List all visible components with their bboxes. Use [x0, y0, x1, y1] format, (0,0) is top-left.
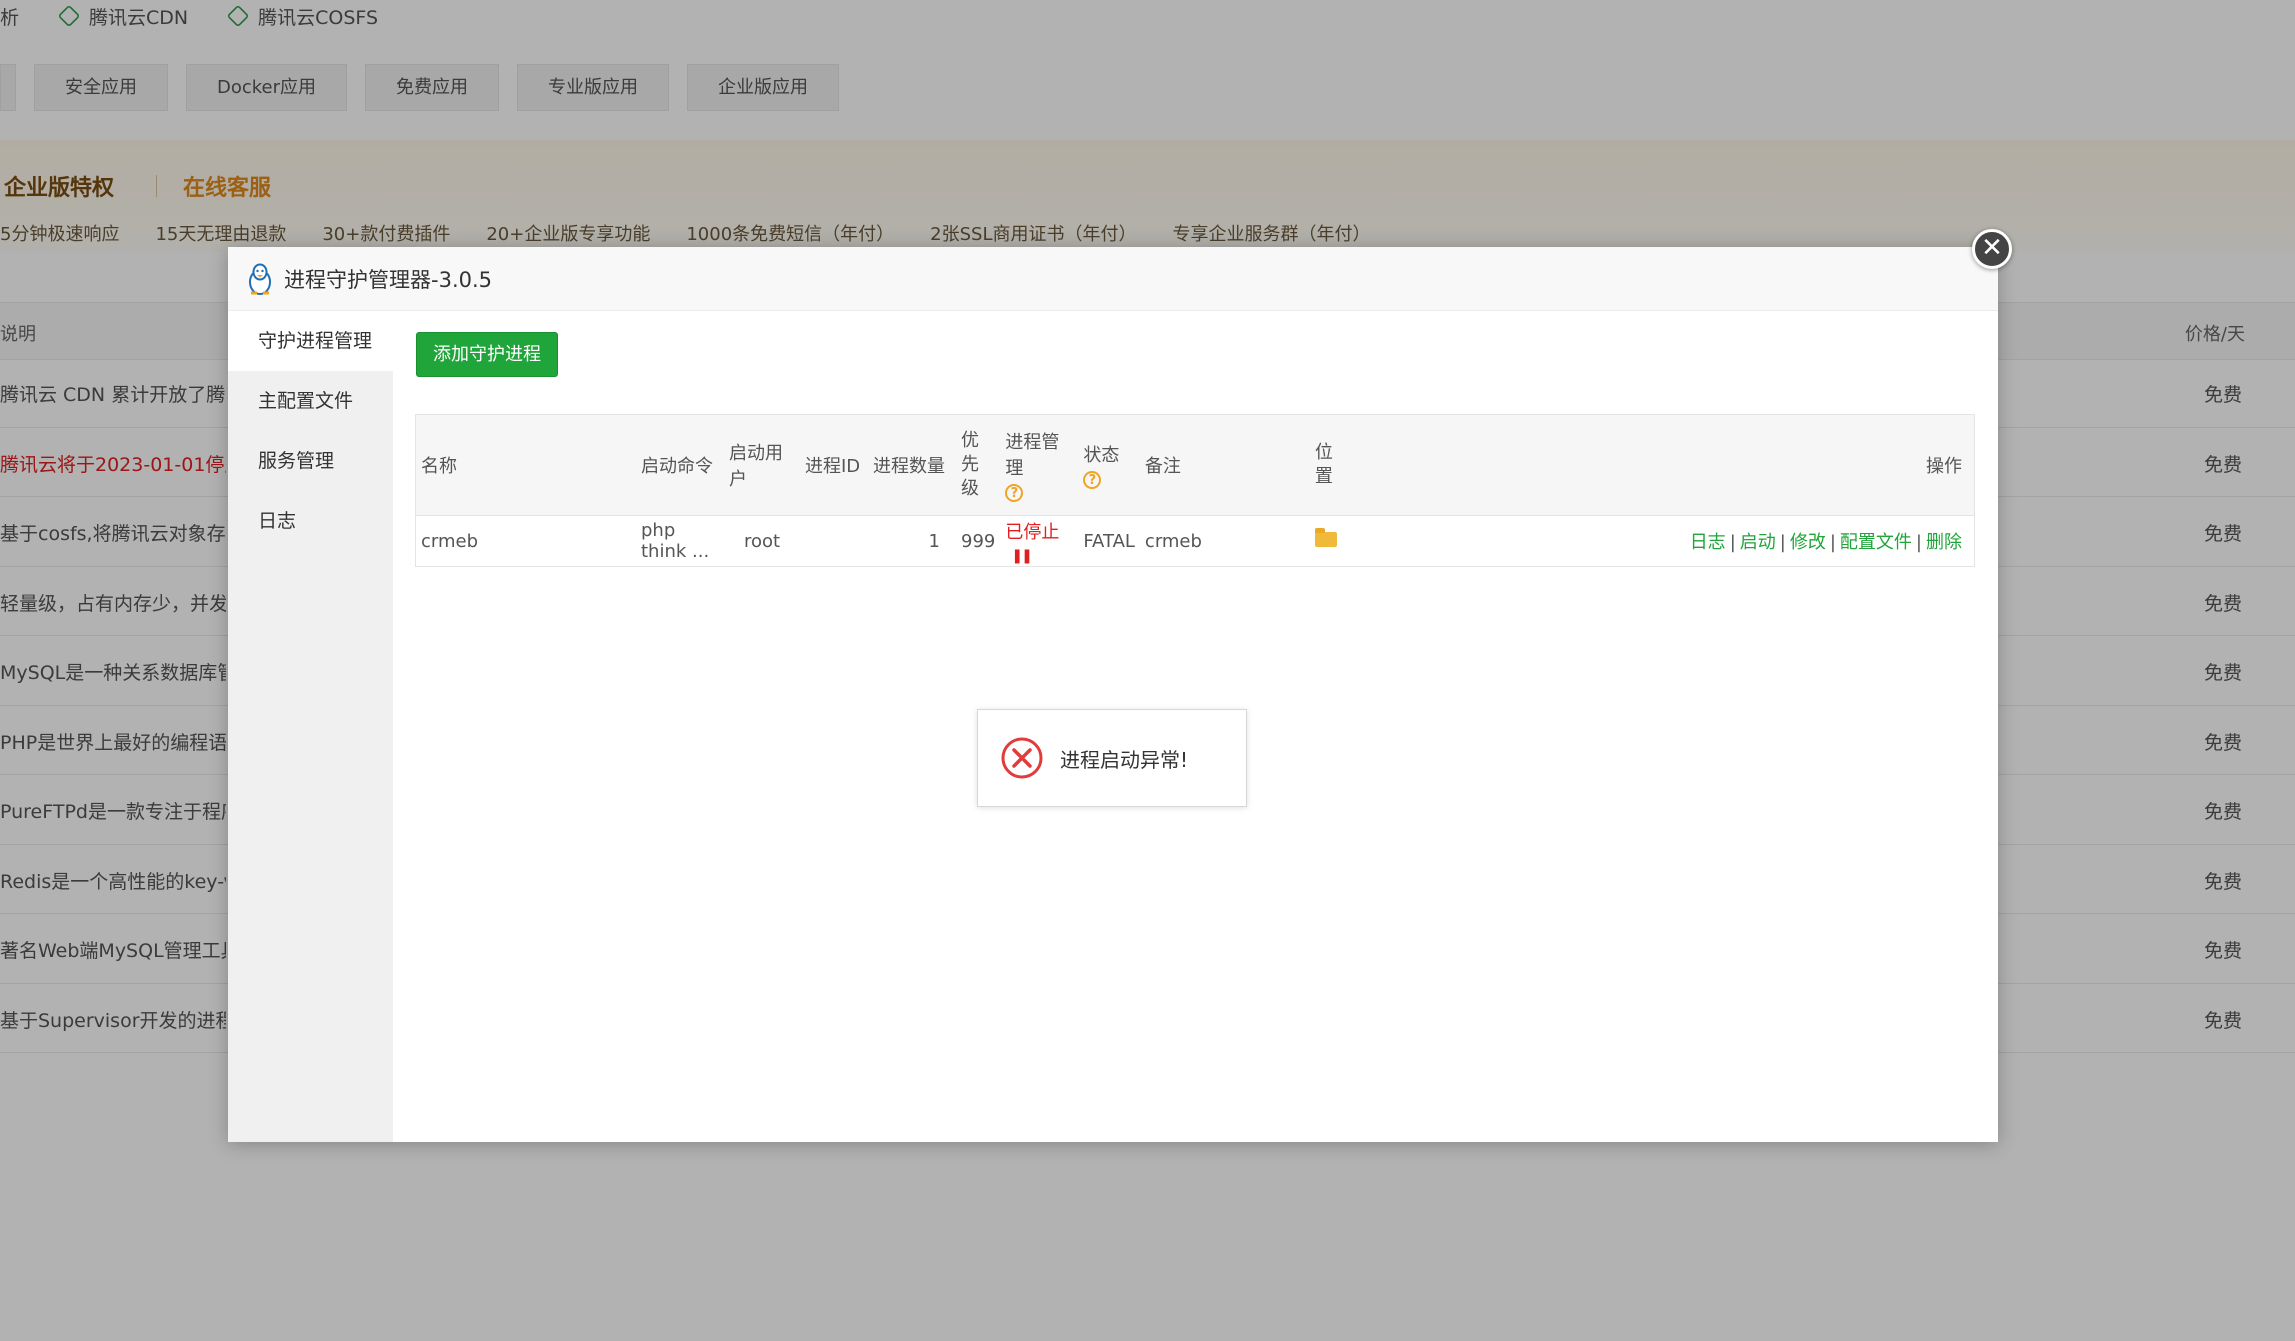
col-remark: 备注: [1139, 414, 1310, 516]
add-daemon-button[interactable]: 添加守护进程: [416, 332, 558, 377]
error-toast: 进程启动异常!: [977, 709, 1247, 807]
sidebar-item-logs[interactable]: 日志: [228, 491, 393, 551]
penguin-icon: [249, 263, 271, 295]
col-user: 启动用户: [724, 414, 800, 516]
col-location: 位置: [1309, 414, 1342, 516]
dialog-title: 进程守护管理器-3.0.5: [284, 267, 493, 292]
col-manage-label: 进程管理: [1005, 432, 1060, 479]
process-manager-dialog: 进程守护管理器-3.0.5 守护进程管理 主配置文件 服务管理 日志 添加守护进…: [228, 247, 1998, 1142]
col-count: 进程数量: [868, 414, 956, 516]
log-link[interactable]: 日志: [1690, 532, 1726, 553]
col-manage: 进程管理 ?: [1000, 414, 1079, 516]
separator: |: [1729, 532, 1736, 553]
cell-pid: [800, 516, 868, 567]
col-ops: 操作: [1341, 414, 1975, 516]
error-icon: [1001, 737, 1043, 779]
cell-count: 1: [928, 530, 940, 552]
sidebar-item-service-management[interactable]: 服务管理: [228, 431, 393, 491]
cell-priority: 999: [961, 530, 996, 552]
stopped-status-toggle[interactable]: 已停止: [1005, 522, 1059, 543]
dialog-header: 进程守护管理器-3.0.5: [228, 247, 1998, 311]
edit-link[interactable]: 修改: [1790, 532, 1826, 553]
col-pid: 进程ID: [800, 414, 868, 516]
help-icon[interactable]: ?: [1005, 484, 1024, 502]
config-file-link[interactable]: 配置文件: [1840, 532, 1912, 553]
cell-user: root: [743, 530, 781, 552]
table-row: crmeb php think ... root 1 999 已停止 ❚❚ FAT…: [416, 516, 1975, 567]
separator: |: [1779, 532, 1786, 553]
cell-location: [1310, 516, 1342, 567]
folder-icon[interactable]: [1314, 527, 1337, 547]
start-link[interactable]: 启动: [1740, 532, 1776, 553]
pause-icon[interactable]: ❚❚: [1011, 548, 1033, 564]
cell-status: FATAL: [1083, 530, 1135, 552]
dialog-sidebar: 守护进程管理 主配置文件 服务管理 日志: [228, 311, 393, 1142]
separator: |: [1829, 532, 1836, 553]
table-header-row: 名称 启动命令 启动用户 进程ID 进程数量 优先级 进程管理 ? 状态 ? 备…: [415, 414, 1975, 516]
cell-manage: 已停止 ❚❚: [1000, 516, 1078, 567]
col-status: 状态 ?: [1078, 414, 1140, 516]
delete-link[interactable]: 删除: [1926, 532, 1962, 553]
sidebar-item-main-config[interactable]: 主配置文件: [228, 371, 393, 431]
sidebar-item-process-management[interactable]: 守护进程管理: [228, 311, 393, 371]
separator: |: [1915, 532, 1922, 553]
col-name: 名称: [415, 414, 636, 516]
help-icon[interactable]: ?: [1083, 471, 1102, 489]
process-table: 名称 启动命令 启动用户 进程ID 进程数量 优先级 进程管理 ? 状态 ? 备…: [415, 414, 1975, 567]
cell-command: php think ...: [641, 520, 710, 562]
col-status-label: 状态: [1083, 445, 1120, 466]
dialog-content: 添加守护进程 名称 启动命令 启动用户 进程ID 进程数量 优先级 进程管理 ?…: [393, 311, 1998, 1142]
cell-ops: 日志 | 启动 | 修改 | 配置文件 | 删除: [1342, 516, 1975, 567]
cell-name: crmeb: [421, 530, 479, 552]
toast-message: 进程启动异常!: [1060, 747, 1189, 772]
cell-remark: crmeb: [1144, 530, 1202, 552]
close-icon[interactable]: ✕: [1972, 229, 2012, 269]
col-command: 启动命令: [636, 414, 724, 516]
col-priority: 优先级: [956, 414, 1001, 516]
